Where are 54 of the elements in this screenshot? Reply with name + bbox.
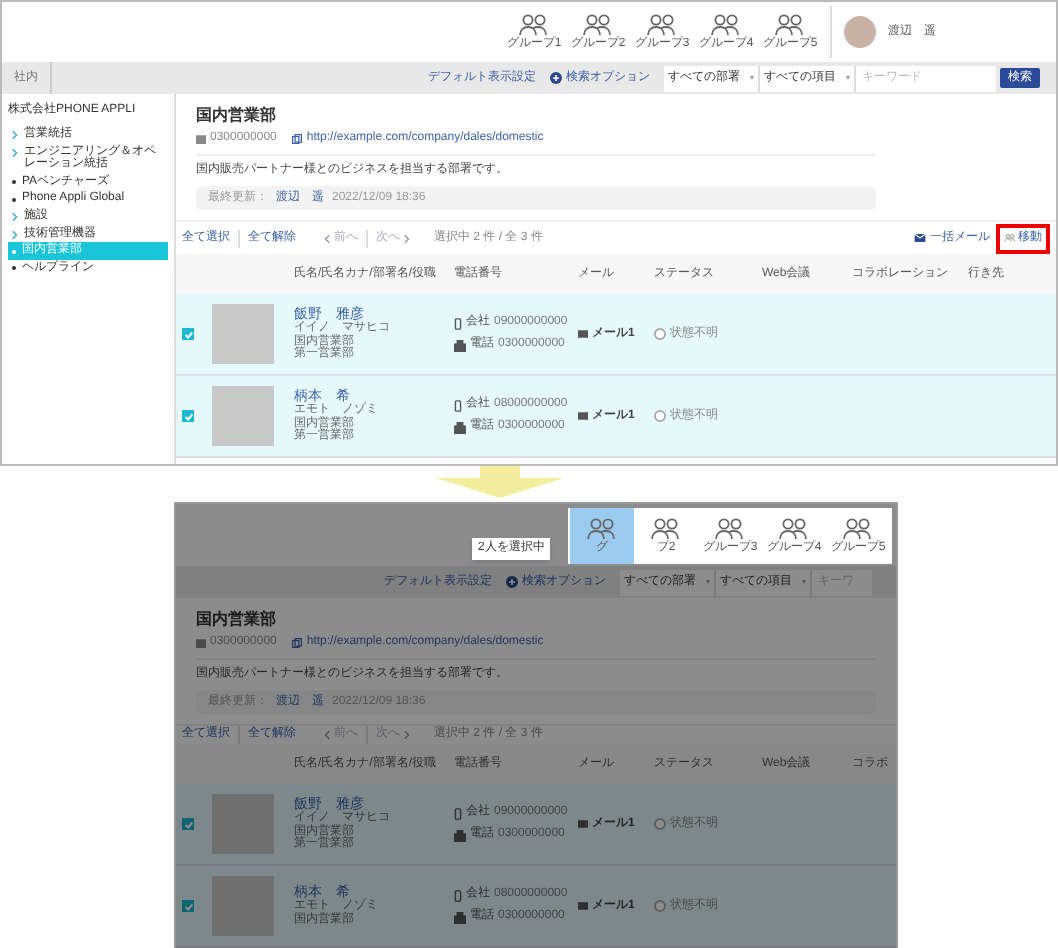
photo-placeholder <box>212 794 274 854</box>
building-icon <box>196 134 206 144</box>
envelope-icon <box>914 234 926 242</box>
desk-phone-icon <box>454 829 466 841</box>
people-icon <box>714 518 746 540</box>
plus-circle-icon <box>550 72 562 84</box>
chevron-right-icon <box>404 233 410 243</box>
chevron-right-icon <box>404 730 410 740</box>
copy-icon <box>292 638 303 648</box>
people-icon <box>778 518 810 540</box>
row-checkbox[interactable] <box>182 900 194 912</box>
people-icon <box>1004 234 1016 242</box>
people-icon <box>646 14 678 36</box>
desk-phone-icon <box>454 339 466 351</box>
building-icon <box>196 638 206 648</box>
row-checkbox[interactable] <box>182 410 194 422</box>
caret-icon <box>706 580 710 584</box>
caret-icon <box>750 76 754 80</box>
department-title: 国内営業部 <box>196 612 278 628</box>
people-icon <box>518 14 550 36</box>
photo-placeholder <box>212 386 274 446</box>
row-checkbox[interactable] <box>182 328 194 340</box>
photo-placeholder <box>212 876 274 936</box>
caret-icon <box>846 76 850 80</box>
envelope-icon <box>578 330 588 338</box>
avatar[interactable] <box>844 16 876 48</box>
mobile-phone-icon <box>454 807 462 819</box>
desk-phone-icon <box>454 421 466 433</box>
mobile-phone-icon <box>454 889 462 901</box>
department-title: 国内営業部 <box>196 108 278 124</box>
down-arrow-icon <box>435 466 563 498</box>
check-icon <box>183 329 193 339</box>
check-icon <box>183 901 193 911</box>
mobile-phone-icon <box>454 399 462 411</box>
caret-icon <box>802 580 806 584</box>
envelope-icon <box>578 902 588 910</box>
check-icon <box>183 819 193 829</box>
mobile-phone-icon <box>454 317 462 329</box>
people-icon <box>586 518 618 540</box>
people-icon <box>582 14 614 36</box>
check-icon <box>183 411 193 421</box>
chevron-left-icon <box>324 233 330 243</box>
people-icon <box>650 518 682 540</box>
envelope-icon <box>578 412 588 420</box>
copy-icon <box>292 134 303 144</box>
plus-circle-icon <box>506 576 518 588</box>
people-icon <box>842 518 874 540</box>
photo-placeholder <box>212 304 274 364</box>
chevron-left-icon <box>324 730 330 740</box>
people-icon <box>774 14 806 36</box>
people-icon <box>710 14 742 36</box>
desk-phone-icon <box>454 911 466 923</box>
envelope-icon <box>578 820 588 828</box>
row-checkbox[interactable] <box>182 818 194 830</box>
